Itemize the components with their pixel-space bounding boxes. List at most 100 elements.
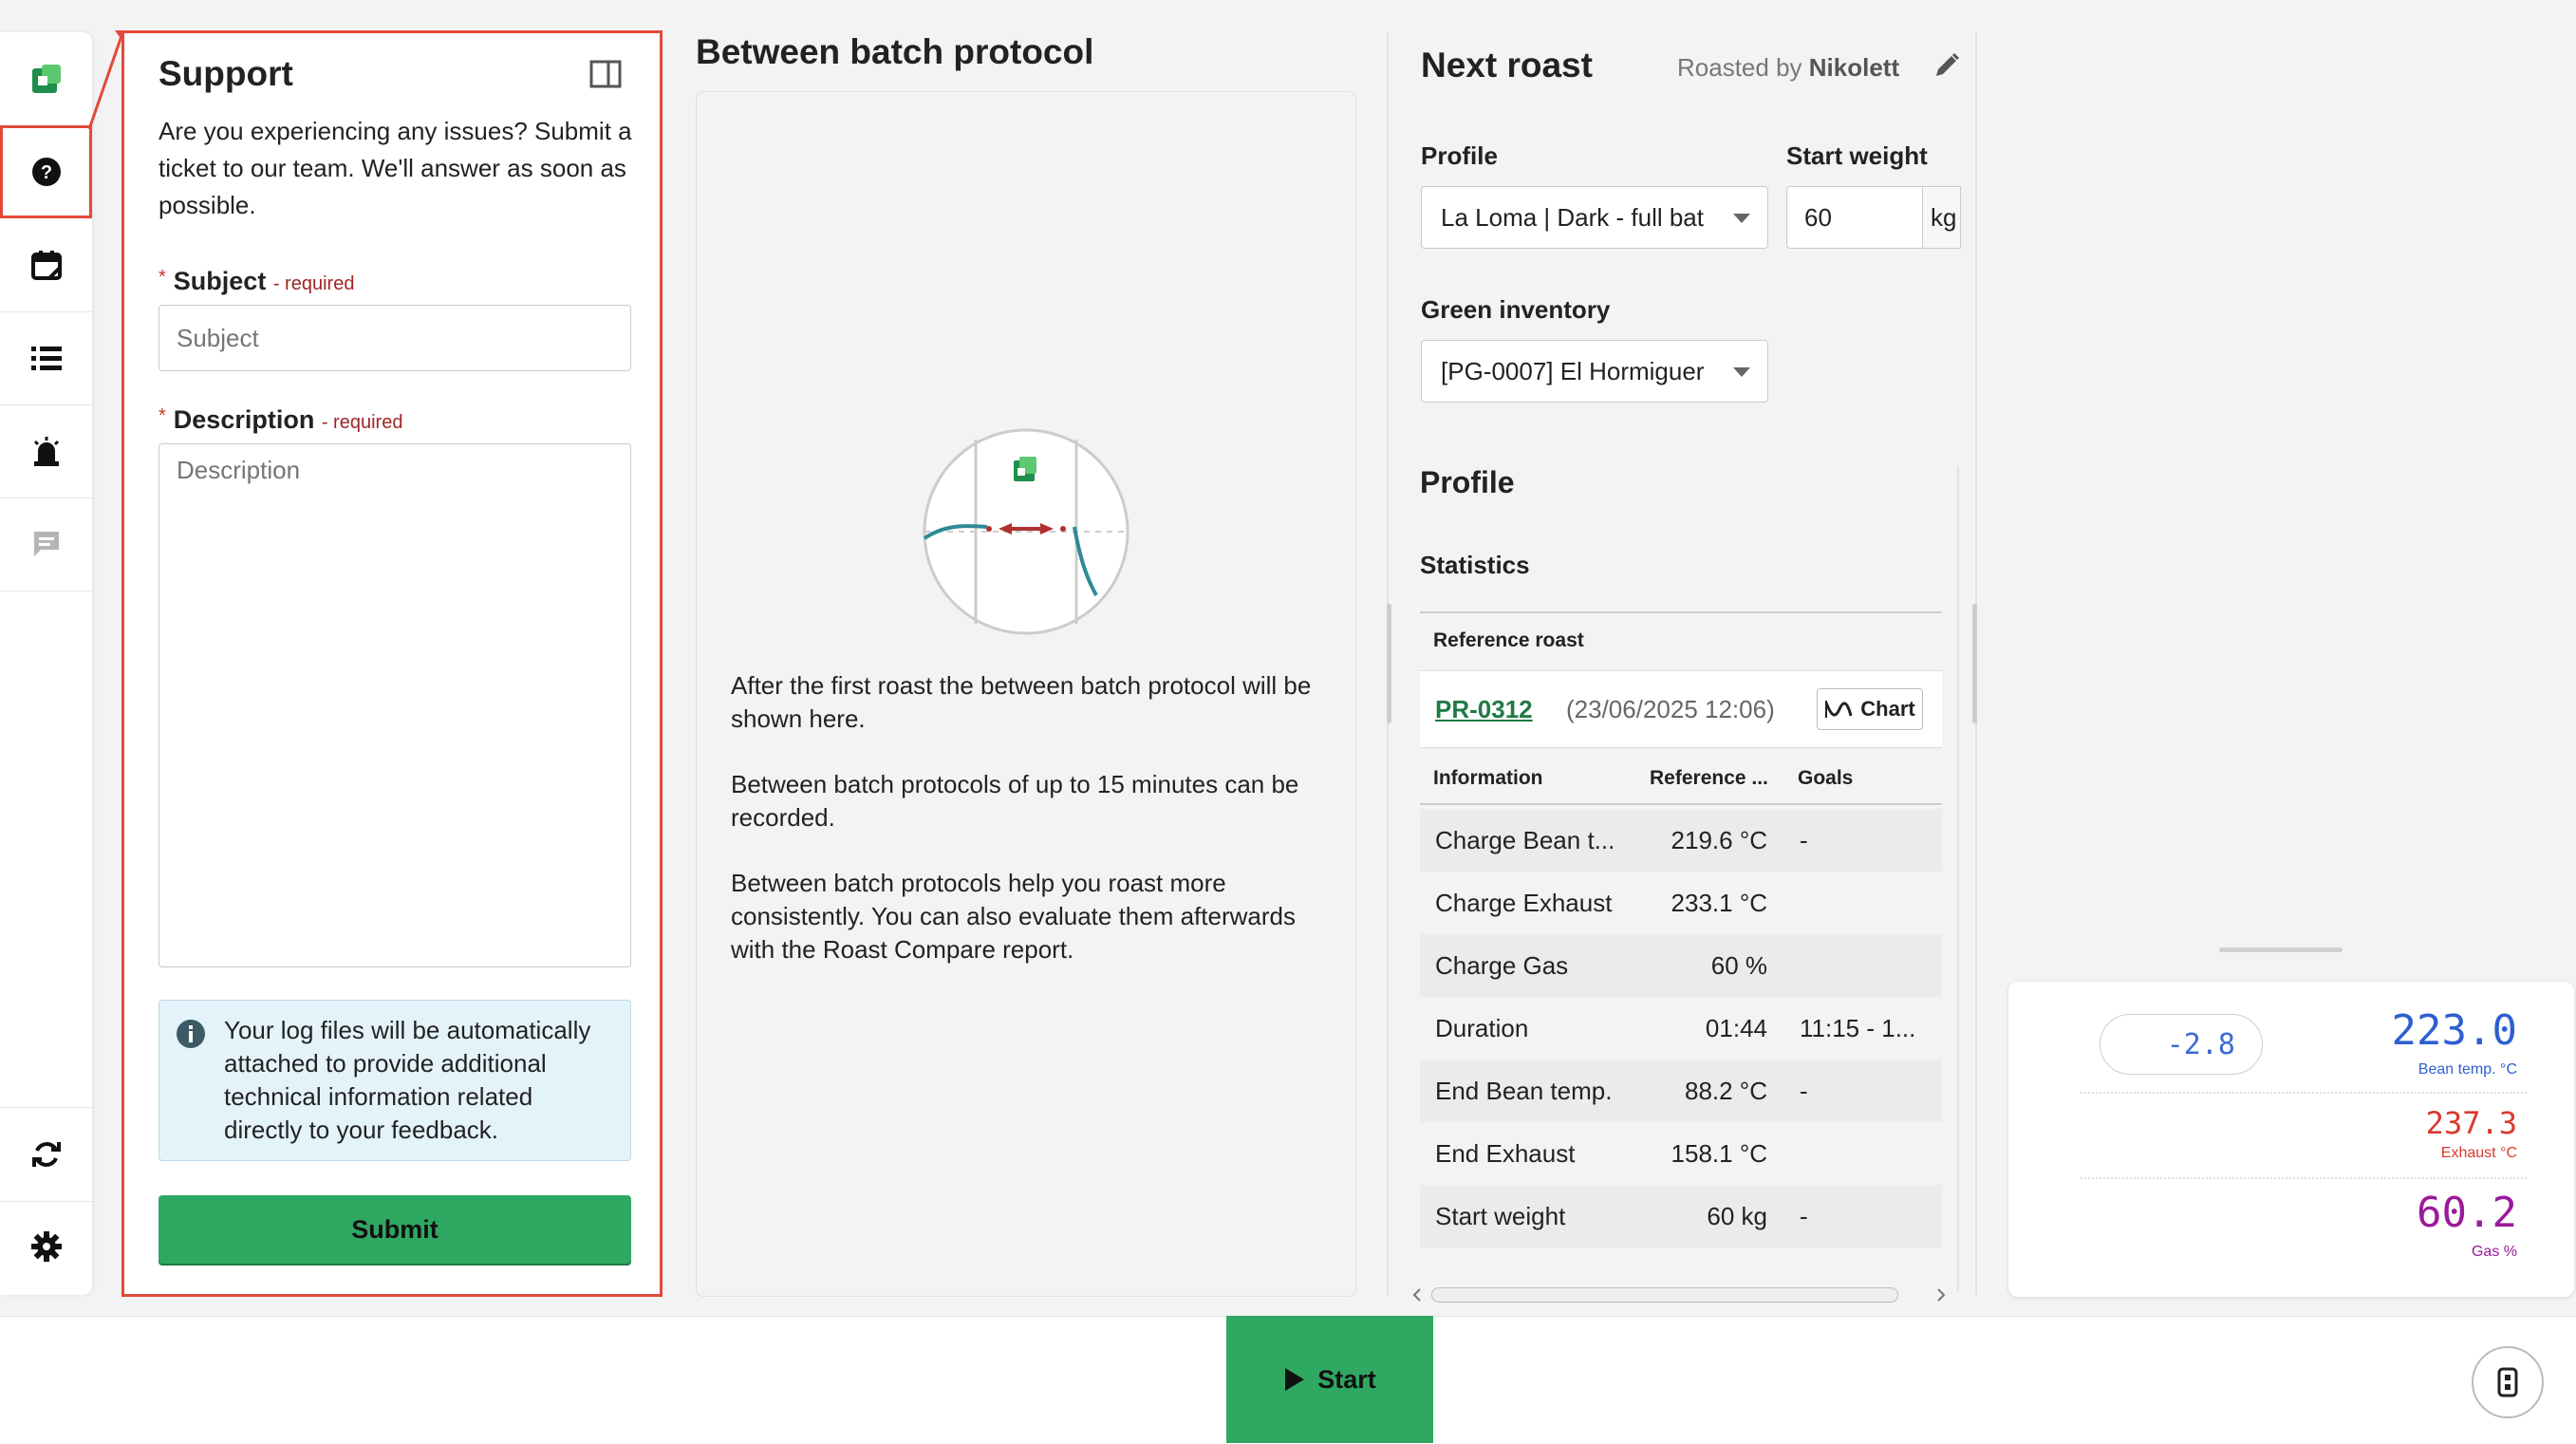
bean-temp-label: Bean temp. °C [2417, 1061, 2517, 1078]
start-weight-label: Start weight [1786, 141, 1928, 170]
play-icon [1285, 1368, 1305, 1391]
table-row: End Exhaust 158.1 °C [1435, 1139, 1767, 1168]
chart-button-label: Chart [1860, 697, 1915, 721]
profile-select-value: La Loma | Dark - full bat [1441, 203, 1704, 232]
resize-handle[interactable] [1972, 604, 1977, 723]
submit-button[interactable]: Submit [159, 1195, 631, 1264]
info-icon [177, 1020, 205, 1048]
gear-icon [30, 1231, 62, 1262]
table-row: Charge Bean t... 219.6 °C - [1420, 809, 1942, 872]
description-label: * Description - required [159, 405, 403, 434]
roaster-device-icon [2497, 1367, 2518, 1397]
table-row: Charge Exhaust 233.1 °C [1435, 889, 1767, 917]
logo-icon [31, 65, 61, 93]
between-batch-paragraph: Between batch protocols of up to 15 minu… [731, 770, 1299, 832]
info-box: Your log files will be automatically att… [159, 1000, 631, 1161]
calendar-icon [30, 251, 62, 280]
profile-select[interactable]: La Loma | Dark - full bat [1421, 186, 1768, 249]
alarm-button[interactable] [0, 404, 92, 498]
profile-label: Profile [1421, 141, 1498, 170]
protocol-illustration [923, 428, 1129, 635]
resize-handle[interactable] [1387, 604, 1391, 723]
required-hint: - required [321, 412, 403, 433]
reference-roast-header: Reference roast [1433, 629, 1584, 651]
between-batch-card: After the first roast the between batch … [696, 91, 1356, 1297]
help-button[interactable]: ? [0, 125, 92, 218]
roasted-by: Roasted by Nikolett [1677, 53, 1900, 82]
profile-section-title: Profile [1420, 465, 1515, 499]
list-button[interactable] [0, 311, 92, 405]
statistics-table-header: Information Reference ... Goals [1420, 750, 1942, 805]
callout-line [88, 30, 126, 129]
support-intro: Are you experiencing any issues? Submit … [159, 117, 632, 219]
column-header: Information [1433, 767, 1543, 789]
resize-handle[interactable] [2219, 947, 2343, 952]
required-hint: - required [272, 273, 355, 294]
subject-input[interactable] [159, 305, 631, 371]
gas-label: Gas % [2471, 1244, 2517, 1260]
table-row: Duration 01:44 11:15 - 1... [1435, 1014, 1916, 1042]
reference-roast-date: (23/06/2025 12:06) [1566, 695, 1775, 723]
horizontal-scrollbar[interactable] [1407, 1284, 1955, 1306]
sync-icon [31, 1142, 61, 1167]
divider [1420, 611, 1942, 613]
roaster-name: Nikolett [1808, 53, 1900, 82]
settings-button[interactable] [0, 1200, 92, 1293]
support-panel: Support Are you experiencing any issues?… [121, 30, 663, 1297]
logo-button[interactable] [0, 32, 92, 126]
chevron-down-icon [1733, 367, 1750, 377]
description-textarea[interactable] [159, 443, 631, 967]
svg-text:?: ? [40, 162, 51, 183]
scrollbar-thumb[interactable] [1431, 1287, 1898, 1303]
divider [2081, 1177, 2527, 1179]
chevron-left-icon[interactable] [1410, 1287, 1424, 1303]
info-text: Your log files will be automatically att… [224, 1016, 591, 1144]
chevron-down-icon [1733, 214, 1750, 223]
between-batch-title: Between batch protocol [696, 32, 1094, 71]
bean-temp-value: 223.0 [2391, 1006, 2517, 1055]
sync-button[interactable] [0, 1107, 92, 1202]
ror-value: -2.8 [2100, 1014, 2263, 1075]
edit-pencil-icon[interactable] [1932, 51, 1961, 80]
table-row: End Bean temp. 88.2 °C - [1420, 1060, 1942, 1122]
chart-button[interactable]: Chart [1817, 688, 1923, 730]
chat-button[interactable] [0, 497, 92, 591]
statistics-title: Statistics [1420, 551, 1530, 579]
start-button-label: Start [1317, 1364, 1376, 1394]
start-weight-input[interactable]: 60 [1786, 186, 1923, 249]
dock-panel-icon[interactable] [589, 60, 622, 88]
next-roast-title: Next roast [1421, 46, 1593, 84]
between-batch-paragraph: After the first roast the between batch … [731, 671, 1312, 733]
green-inventory-select[interactable]: [PG-0007] El Hormiguer [1421, 340, 1768, 403]
calendar-button[interactable] [0, 218, 92, 312]
gas-value: 60.2 [2417, 1189, 2517, 1237]
green-inventory-value: [PG-0007] El Hormiguer [1441, 357, 1705, 385]
readings-card: -2.8 223.0 Bean temp. °C 237.3 Exhaust °… [2008, 982, 2574, 1297]
between-batch-description: After the first roast the between batch … [731, 669, 1319, 999]
start-weight-unit: kg [1923, 186, 1961, 249]
start-button[interactable]: Start [1226, 1316, 1433, 1443]
exhaust-value: 237.3 [2425, 1105, 2517, 1141]
subject-label: * Subject - required [159, 267, 355, 295]
divider [2081, 1092, 2527, 1094]
chat-icon [33, 532, 59, 556]
list-icon [30, 347, 62, 370]
sidebar: ? [0, 32, 92, 1295]
table-row: Charge Gas 60 % [1420, 934, 1942, 997]
exhaust-label: Exhaust °C [2440, 1145, 2517, 1161]
panel-divider [1957, 465, 1959, 1291]
chart-icon [1824, 701, 1853, 718]
help-icon: ? [31, 158, 61, 186]
reference-roast-row: PR-0312 (23/06/2025 12:06) Chart [1420, 670, 1942, 748]
device-button[interactable] [2472, 1346, 2544, 1418]
table-row: Start weight 60 kg - [1420, 1185, 1942, 1247]
column-header: Reference ... [1650, 767, 1768, 789]
column-header: Goals [1798, 767, 1854, 789]
green-inventory-label: Green inventory [1421, 295, 1611, 324]
between-batch-paragraph: Between batch protocols help you roast m… [731, 869, 1296, 964]
support-title: Support [159, 54, 293, 93]
alarm-icon [33, 437, 59, 466]
reference-roast-link[interactable]: PR-0312 [1435, 695, 1533, 724]
chevron-right-icon[interactable] [1934, 1287, 1948, 1303]
required-star: * [159, 267, 166, 288]
